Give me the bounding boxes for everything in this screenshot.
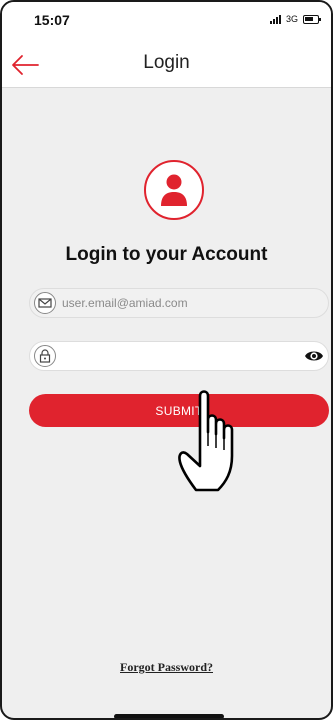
user-icon — [161, 174, 187, 206]
app-header: Login — [2, 42, 331, 88]
phone-screen: 15:07 3G Login Login to your Account use… — [0, 0, 333, 720]
password-visibility-toggle[interactable] — [304, 348, 324, 364]
hand-pointer-icon — [178, 390, 234, 492]
password-input[interactable] — [62, 342, 292, 370]
signal-bars-icon — [269, 14, 281, 24]
login-heading: Login to your Account — [65, 244, 268, 265]
battery-icon — [303, 14, 321, 24]
password-field — [29, 341, 329, 371]
forgot-password-link[interactable]: Forgot Password? — [2, 660, 331, 675]
network-label: 3G — [285, 14, 298, 24]
home-indicator — [114, 714, 224, 718]
lock-icon — [34, 345, 56, 367]
status-time: 15:07 — [34, 12, 70, 28]
eye-icon — [305, 351, 323, 361]
page-title: Login — [143, 52, 190, 73]
email-field — [29, 288, 329, 318]
email-input[interactable] — [62, 289, 292, 317]
avatar — [144, 160, 204, 220]
envelope-icon — [34, 292, 56, 314]
status-indicators: 3G — [269, 14, 321, 24]
status-bar: 15:07 3G — [2, 2, 331, 42]
